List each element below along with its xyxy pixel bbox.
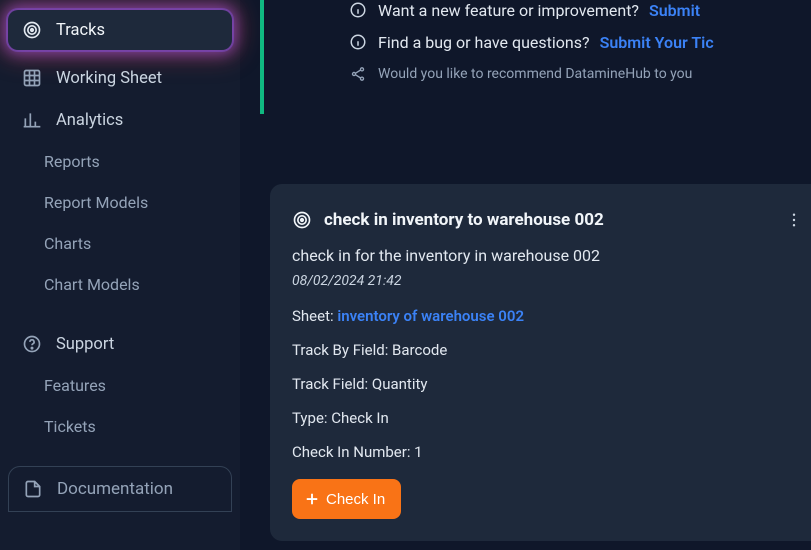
notice-recommend-row: Would you like to recommend DatamineHub …: [348, 64, 811, 84]
help-circle-icon: [22, 334, 42, 354]
notice-text: Want a new feature or improvement?: [378, 1, 639, 20]
card-trackby-line: Track By Field: Barcode: [292, 341, 808, 359]
sidebar-item-charts[interactable]: Charts: [8, 224, 232, 263]
card-description: check in for the inventory in warehouse …: [292, 246, 808, 265]
sidebar-item-tickets[interactable]: Tickets: [8, 407, 232, 446]
card-trackfield-line: Track Field: Quantity: [292, 375, 808, 393]
card-more-button[interactable]: [780, 206, 808, 234]
check-in-button[interactable]: Check In: [292, 479, 401, 519]
sidebar-label: Report Models: [44, 193, 148, 212]
sidebar-label: Tickets: [44, 417, 96, 436]
notice-feature-row: Want a new feature or improvement? Submi…: [348, 0, 811, 20]
sidebar-label: Working Sheet: [56, 69, 162, 88]
card-type-line: Type: Check In: [292, 409, 808, 427]
sidebar-item-support[interactable]: Support: [8, 324, 232, 364]
sidebar-item-reports[interactable]: Reports: [8, 142, 232, 181]
sidebar-item-documentation[interactable]: Documentation: [8, 466, 232, 512]
sheet-link[interactable]: inventory of warehouse 002: [337, 307, 524, 325]
notice-text: Would you like to recommend DatamineHub …: [378, 66, 692, 82]
notice-text: Find a bug or have questions?: [378, 33, 590, 52]
track-card: check in inventory to warehouse 002 chec…: [270, 184, 811, 541]
sheet-label: Sheet:: [292, 307, 334, 325]
sidebar-item-tracks[interactable]: Tracks: [8, 10, 232, 50]
sidebar-label: Documentation: [57, 479, 173, 499]
submit-feature-link[interactable]: Submit: [649, 1, 700, 20]
sidebar-label: Support: [56, 335, 114, 354]
chart-bar-icon: [22, 110, 42, 130]
submit-ticket-link[interactable]: Submit Your Tic: [600, 33, 714, 52]
plus-icon: [302, 489, 322, 509]
check-in-button-label: Check In: [326, 491, 385, 508]
sidebar-item-analytics[interactable]: Analytics: [8, 100, 232, 140]
notice-bug-row: Find a bug or have questions? Submit You…: [348, 32, 811, 52]
sidebar-label: Chart Models: [44, 275, 140, 294]
document-icon: [23, 479, 43, 499]
grid-icon: [22, 68, 42, 88]
sidebar-label: Features: [44, 376, 106, 395]
target-icon: [292, 210, 312, 230]
target-icon: [22, 20, 42, 40]
notice-panel: Want a new feature or improvement? Submi…: [260, 0, 811, 114]
sidebar-label: Charts: [44, 234, 91, 253]
info-circle-icon: [348, 32, 368, 52]
card-date: 08/02/2024 21:42: [292, 273, 808, 289]
info-circle-icon: [348, 0, 368, 20]
sidebar: Tracks Working Sheet Analytics Reports R…: [0, 0, 240, 550]
card-sheet-line: Sheet: inventory of warehouse 002: [292, 307, 808, 325]
sidebar-label: Reports: [44, 152, 100, 171]
sidebar-item-working-sheet[interactable]: Working Sheet: [8, 58, 232, 98]
main-content: Want a new feature or improvement? Submi…: [240, 0, 811, 550]
sidebar-item-chart-models[interactable]: Chart Models: [8, 265, 232, 304]
share-icon: [348, 64, 368, 84]
sidebar-label: Analytics: [56, 111, 123, 130]
sidebar-label: Tracks: [56, 21, 105, 40]
card-checkinnum-line: Check In Number: 1: [292, 443, 808, 461]
sidebar-item-report-models[interactable]: Report Models: [8, 183, 232, 222]
card-title: check in inventory to warehouse 002: [324, 210, 604, 230]
sidebar-item-features[interactable]: Features: [8, 366, 232, 405]
